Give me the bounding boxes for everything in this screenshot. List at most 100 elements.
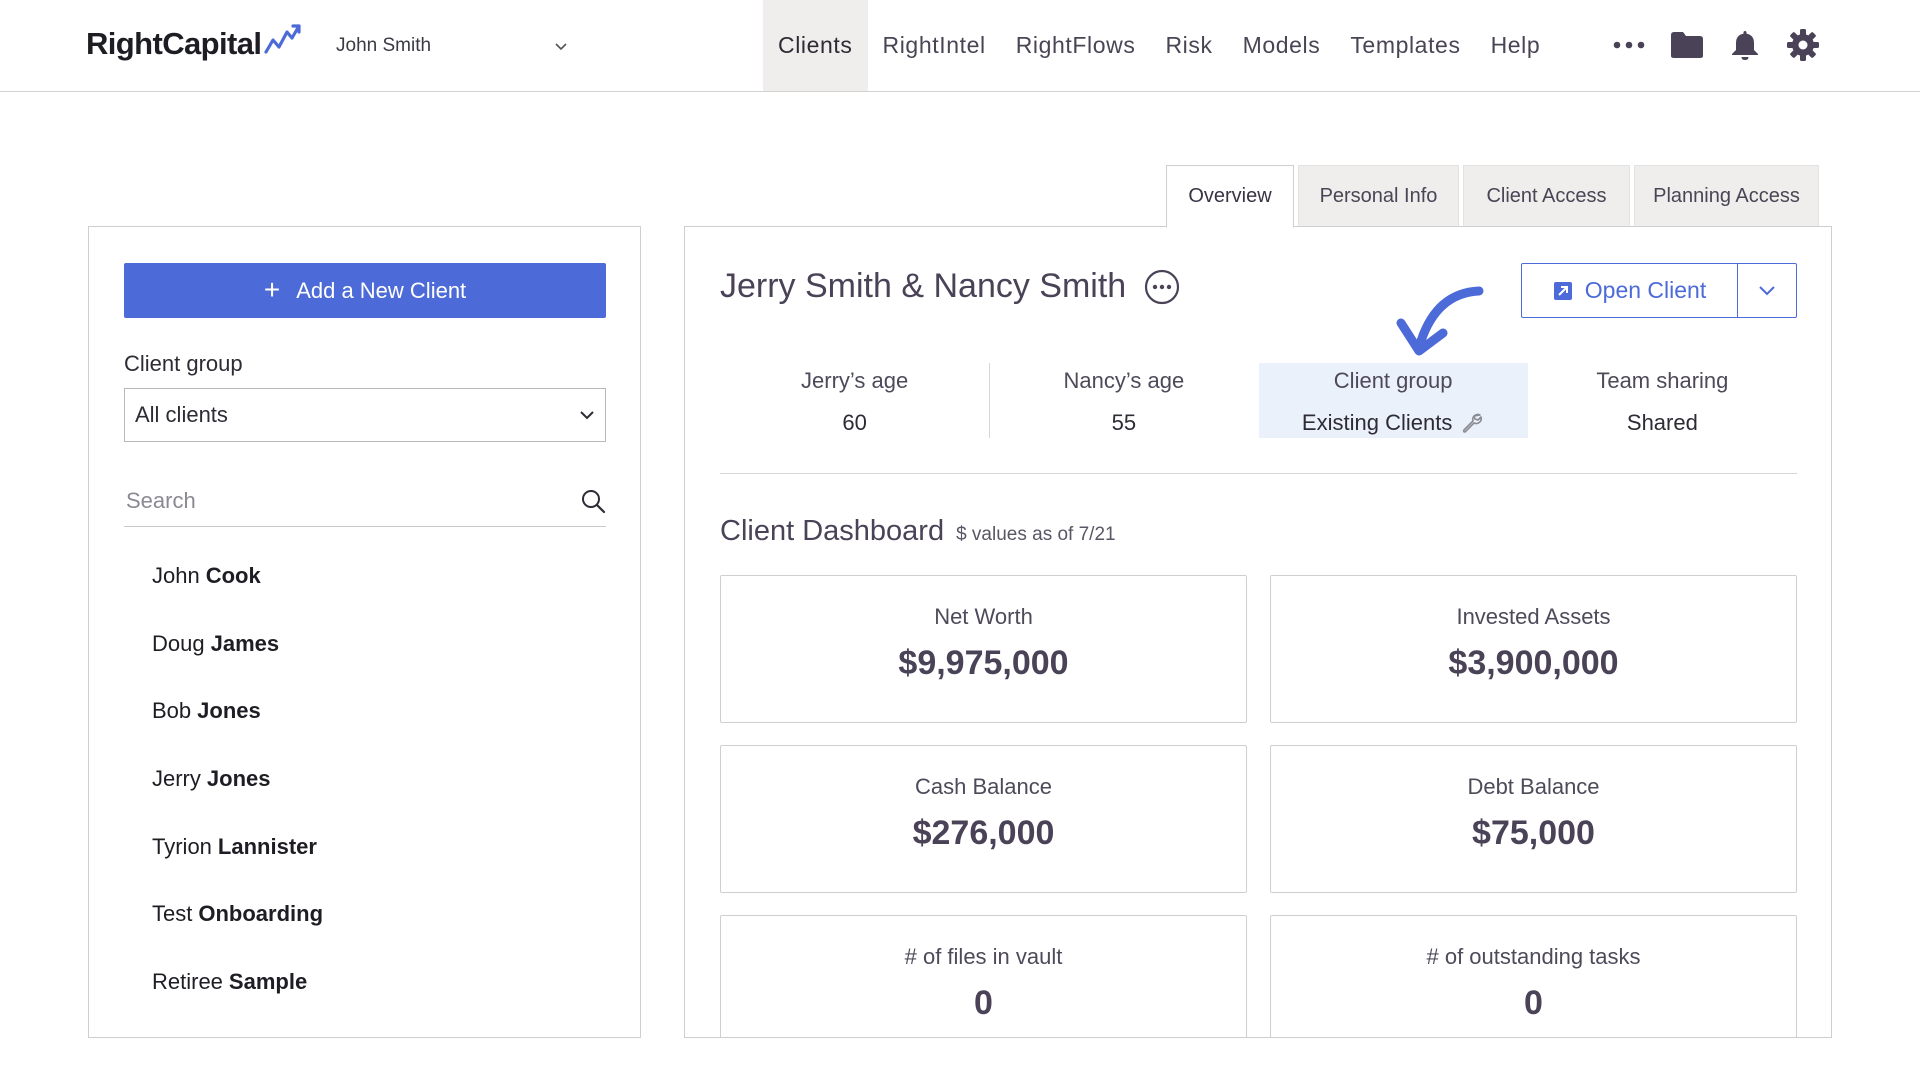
client-list-item[interactable]: Jerry Jones [152, 766, 592, 834]
nav-models[interactable]: Models [1228, 0, 1336, 91]
advisor-name: John Smith [336, 35, 432, 56]
client-first-name: Doug [152, 630, 205, 656]
logo[interactable]: RightCapital [86, 22, 303, 66]
card-value: $9,975,000 [898, 644, 1069, 682]
divider [720, 473, 1797, 474]
folder-icon[interactable] [1658, 22, 1716, 68]
card-label: Invested Assets [1456, 604, 1611, 629]
client-last-name: Jones [197, 698, 261, 724]
client-last-name: Sample [228, 969, 308, 995]
client-list-item[interactable]: Tyrion Lannister [152, 834, 592, 902]
client-first-name: Test [152, 901, 193, 927]
client-group-value: All clients [135, 402, 228, 427]
client-group-select[interactable]: All clients [124, 388, 606, 442]
client-first-name: Retiree [152, 969, 223, 995]
stat-value-wrap: Existing Clients [1302, 410, 1484, 436]
external-link-icon [1553, 281, 1573, 301]
logo-text: RightCapital [86, 26, 262, 61]
card-label: # of files in vault [904, 944, 1063, 969]
card-label: Debt Balance [1467, 774, 1600, 799]
stat-value: Existing Clients [1301, 410, 1453, 435]
client-first-name: Tyrion [152, 833, 212, 859]
tab-client-access[interactable]: Client Access [1463, 165, 1630, 227]
card-value: $3,900,000 [1448, 644, 1619, 682]
card-label: # of outstanding tasks [1426, 944, 1641, 969]
logo-growth-icon [263, 22, 303, 61]
tab-planning-access[interactable]: Planning Access [1634, 165, 1819, 227]
card-debt-balance[interactable]: Debt Balance $75,000 [1270, 745, 1797, 893]
more-options-icon[interactable] [1144, 269, 1180, 305]
stat-team-sharing: Team sharing Shared [1528, 363, 1797, 438]
client-first-name: Bob [152, 698, 192, 724]
dashboard-subtitle: $ values as of 7/21 [956, 524, 1116, 545]
client-list-item[interactable]: Bob Jones [152, 698, 592, 766]
nav-help[interactable]: Help [1476, 0, 1556, 91]
tab-personal-info[interactable]: Personal Info [1298, 165, 1459, 227]
client-header: Jerry Smith & Nancy Smith [720, 267, 1180, 306]
card-value: $75,000 [1472, 814, 1595, 852]
curved-arrow-icon [1396, 286, 1484, 356]
client-first-name: John [152, 563, 200, 588]
client-name: Jerry Smith & Nancy Smith [720, 267, 1127, 305]
nav-rightintel[interactable]: RightIntel [868, 0, 1001, 91]
card-outstanding-tasks[interactable]: # of outstanding tasks 0 [1270, 915, 1797, 1037]
client-list-item[interactable]: Doug James [152, 631, 592, 699]
card-label: Cash Balance [915, 774, 1052, 799]
client-list: John Cook Doug James Bob Jones Jerry Jones T… [152, 563, 592, 1037]
client-search [124, 475, 606, 527]
chevron-down-icon [579, 410, 595, 420]
client-list-item[interactable]: John Cook [152, 563, 592, 631]
card-value: $276,000 [912, 814, 1055, 852]
client-last-name: James [210, 630, 280, 656]
open-client-button[interactable]: Open Client [1522, 264, 1738, 317]
search-icon[interactable] [580, 488, 606, 514]
main-nav: Clients RightIntel RightFlows Risk Model… [763, 0, 1555, 91]
wrench-icon[interactable] [1460, 411, 1484, 435]
stat-label: Team sharing [1596, 368, 1729, 393]
gear-icon[interactable] [1774, 22, 1832, 68]
client-last-name: Onboarding [198, 901, 324, 927]
dashboard-title: Client Dashboard [720, 515, 945, 547]
stat-nancy-age: Nancy’s age 55 [989, 363, 1260, 438]
card-label: Net Worth [934, 604, 1033, 629]
chevron-down-icon [554, 42, 568, 51]
nav-clients[interactable]: Clients [763, 0, 868, 91]
tab-overview[interactable]: Overview [1166, 165, 1294, 228]
nav-templates[interactable]: Templates [1335, 0, 1475, 91]
nav-risk[interactable]: Risk [1150, 0, 1227, 91]
search-input[interactable] [124, 487, 544, 514]
stat-value: Shared [1626, 410, 1698, 435]
client-overview-panel: Jerry Smith & Nancy Smith Open Client Je… [684, 226, 1832, 1038]
stat-value: 55 [1111, 410, 1137, 435]
stat-jerry-age: Jerry’s age 60 [720, 363, 991, 438]
client-last-name: Jones [206, 766, 271, 792]
card-files-in-vault[interactable]: # of files in vault 0 [720, 915, 1247, 1037]
client-tabs: Overview Personal Info Client Access Pla… [1166, 165, 1823, 228]
client-stats: Jerry’s age 60 Nancy’s age 55 Client gro… [720, 363, 1797, 438]
stat-label: Jerry’s age [801, 368, 909, 393]
open-client-dropdown[interactable] [1738, 264, 1796, 317]
add-new-client-label: Add a New Client [296, 277, 467, 303]
card-value: 0 [974, 984, 993, 1022]
stat-client-group[interactable]: Client group Existing Clients [1258, 363, 1528, 438]
card-invested-assets[interactable]: Invested Assets $3,900,000 [1270, 575, 1797, 723]
stat-label: Client group [1333, 368, 1453, 393]
card-net-worth[interactable]: Net Worth $9,975,000 [720, 575, 1247, 723]
add-new-client-button[interactable]: + Add a New Client [124, 263, 606, 318]
chevron-down-icon [1758, 285, 1776, 296]
card-cash-balance[interactable]: Cash Balance $276,000 [720, 745, 1247, 893]
client-group-label: Client group [124, 351, 243, 376]
nav-icon-group [1600, 22, 1832, 68]
card-value: 0 [1524, 984, 1543, 1022]
client-sidebar: + Add a New Client Client group All clie… [88, 226, 641, 1038]
plus-icon: + [263, 273, 281, 305]
client-list-item[interactable]: Retiree Sample [152, 969, 592, 1037]
top-bar: RightCapital John Smith Clients RightInt… [0, 0, 1920, 92]
open-client-label: Open Client [1584, 277, 1707, 303]
client-list-item[interactable]: Test Onboarding [152, 901, 592, 969]
bell-icon[interactable] [1716, 22, 1774, 68]
advisor-selector[interactable]: John Smith [336, 28, 568, 64]
open-client-button-group: Open Client [1521, 263, 1797, 318]
nav-rightflows[interactable]: RightFlows [1001, 0, 1151, 91]
more-dots-icon[interactable] [1600, 22, 1658, 68]
